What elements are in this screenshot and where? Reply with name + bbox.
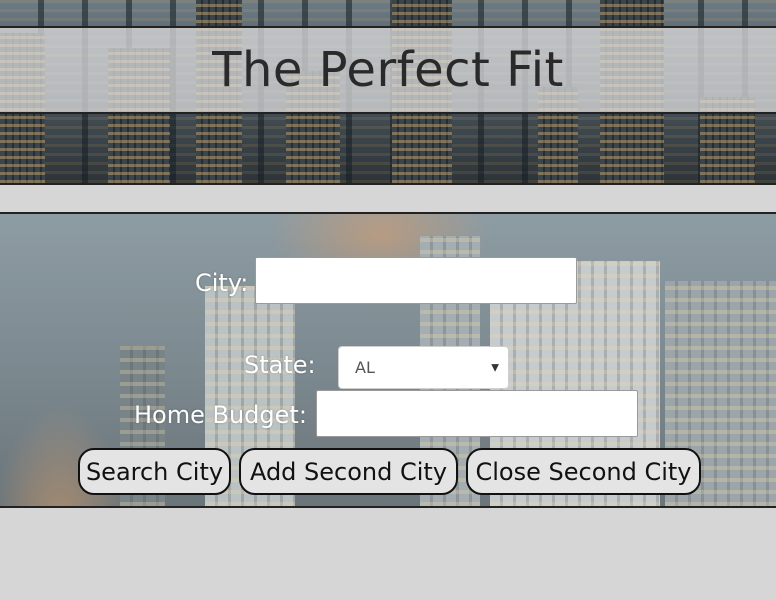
page-title: The Perfect Fit xyxy=(212,42,564,98)
header-banner: The Perfect Fit xyxy=(0,0,776,185)
close-second-city-button[interactable]: Close Second City xyxy=(466,448,701,495)
budget-label: Home Budget: xyxy=(134,401,307,429)
city-input[interactable] xyxy=(255,257,577,304)
search-city-button[interactable]: Search City xyxy=(78,448,231,495)
city-label: City: xyxy=(195,269,249,297)
budget-input[interactable] xyxy=(316,390,638,437)
state-select-value: AL xyxy=(355,358,375,377)
title-band: The Perfect Fit xyxy=(0,26,776,114)
search-form-panel: City: State: AL ▼ Home Budget: Search Ci… xyxy=(0,212,776,508)
state-label: State: xyxy=(244,351,316,379)
add-second-city-button[interactable]: Add Second City xyxy=(239,448,458,495)
chevron-down-icon: ▼ xyxy=(491,362,499,373)
state-select[interactable]: AL ▼ xyxy=(338,346,509,389)
